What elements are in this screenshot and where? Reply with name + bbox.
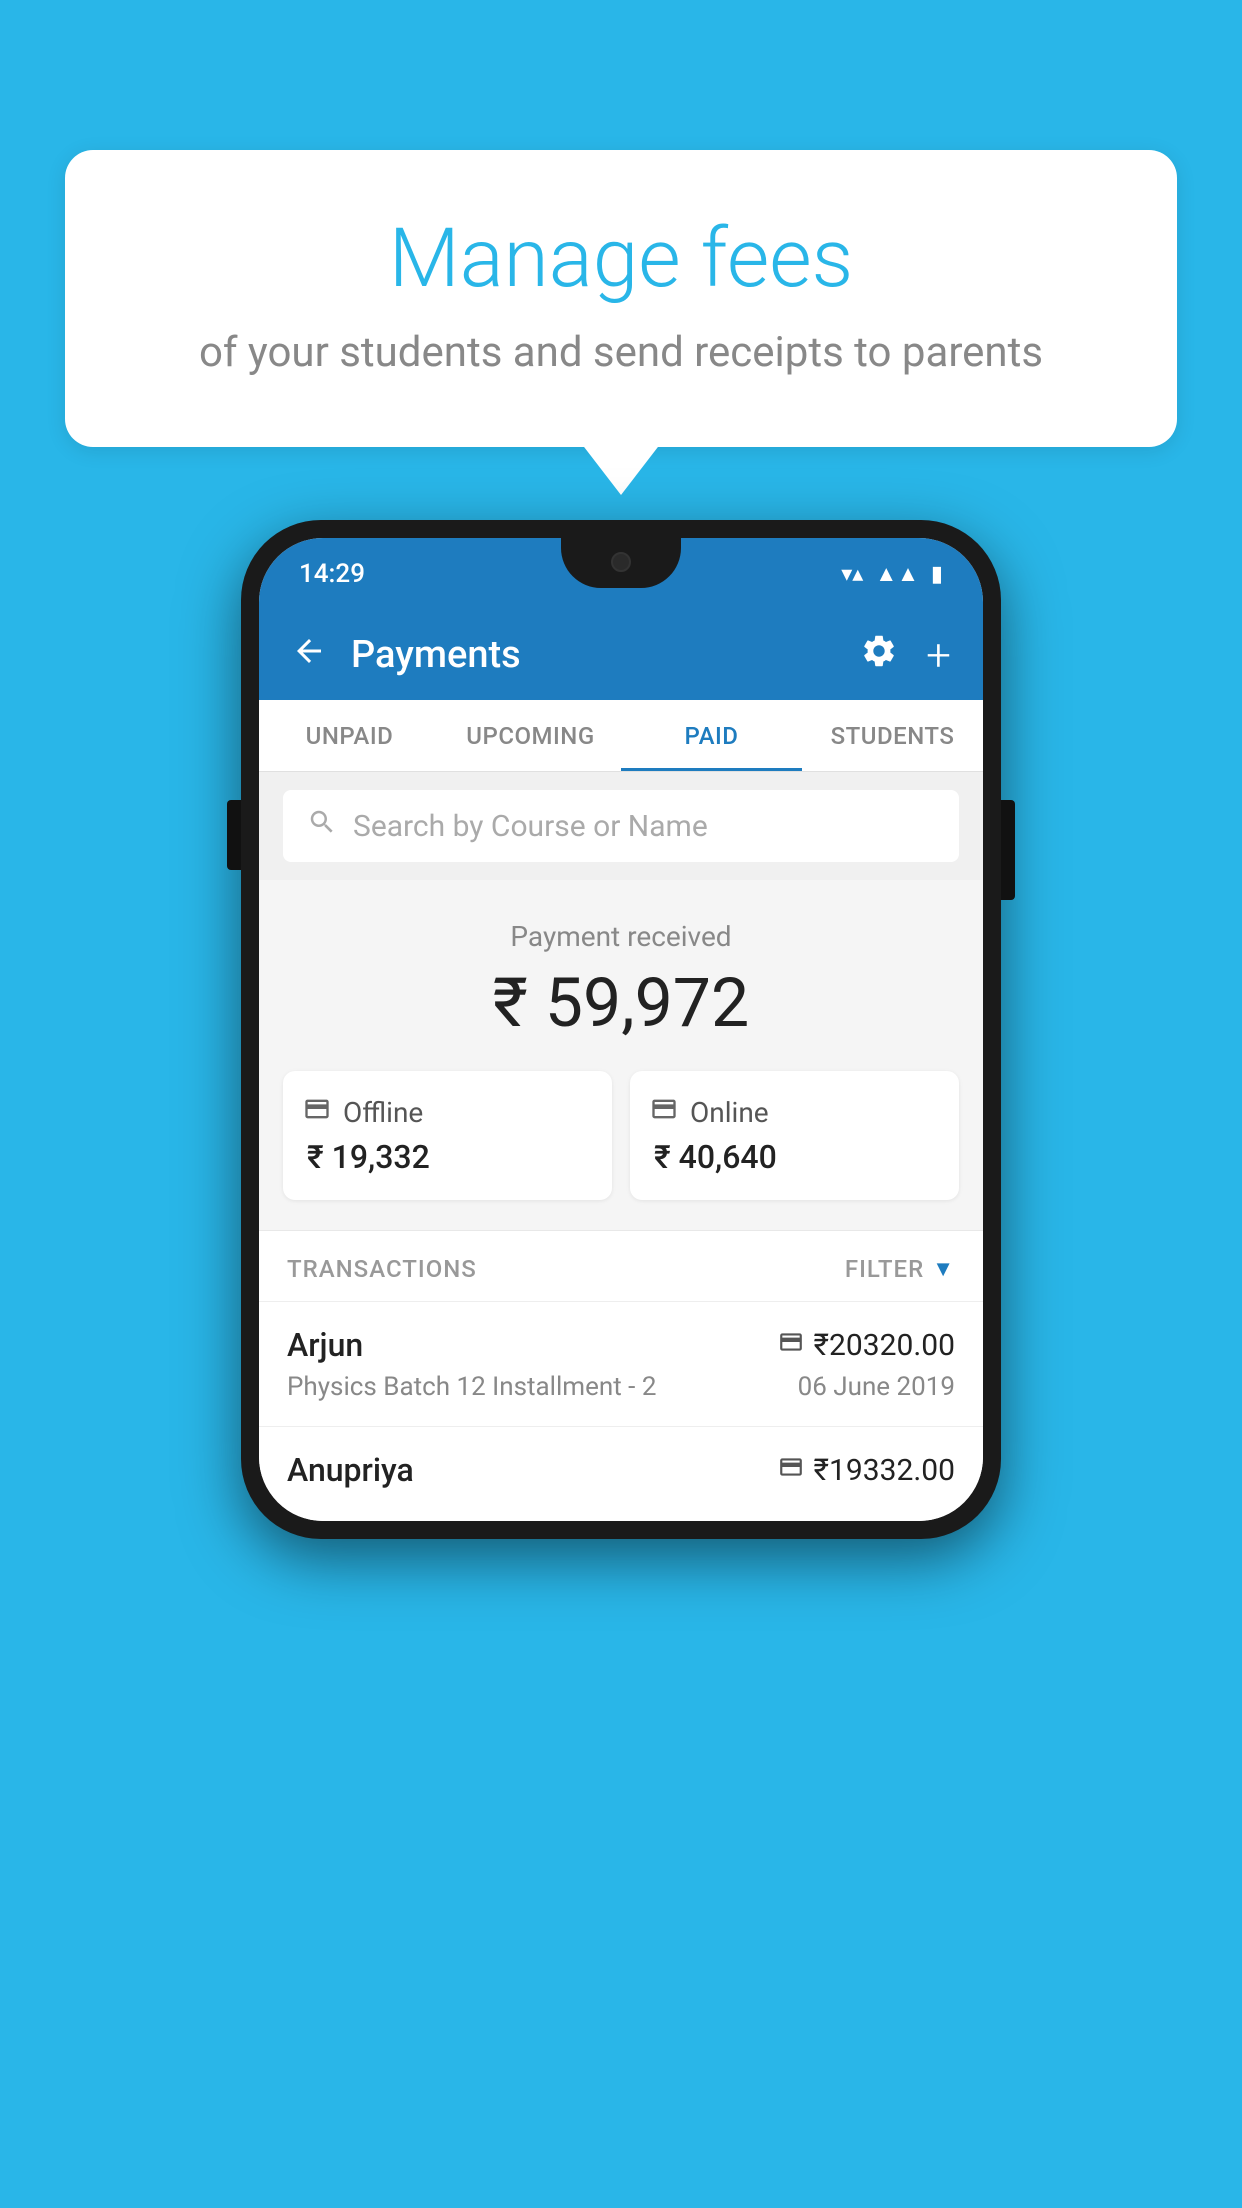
transaction-amount: ₹20320.00	[814, 1328, 955, 1363]
offline-label: Offline	[343, 1096, 423, 1129]
app-header: Payments +	[259, 610, 983, 700]
card-icon	[778, 1329, 804, 1361]
transaction-row[interactable]: Arjun ₹20320.00 Physics Batch 12 Install…	[259, 1301, 983, 1426]
offline-amount: ₹ 19,332	[303, 1138, 592, 1176]
search-container: Search by Course or Name	[259, 772, 983, 880]
notch	[561, 538, 681, 588]
transaction-top: Arjun ₹20320.00	[287, 1326, 955, 1364]
signal-icon: ▲▲	[875, 561, 919, 587]
payment-total-amount: ₹ 59,972	[283, 963, 959, 1043]
transaction-bottom: Physics Batch 12 Installment - 2 06 June…	[287, 1372, 955, 1402]
transaction-amount-wrap: ₹20320.00	[778, 1328, 955, 1363]
online-card-header: Online	[650, 1095, 939, 1130]
speech-bubble: Manage fees of your students and send re…	[65, 150, 1177, 447]
battery-icon: ▮	[931, 562, 943, 587]
settings-icon[interactable]	[860, 632, 898, 679]
payment-received-label: Payment received	[283, 920, 959, 953]
add-icon[interactable]: +	[926, 629, 951, 681]
search-bar[interactable]: Search by Course or Name	[283, 790, 959, 862]
offline-card-icon	[778, 1454, 804, 1486]
search-icon	[307, 807, 337, 845]
online-card: Online ₹ 40,640	[630, 1071, 959, 1200]
phone-frame: 14:29 ▾▴ ▲▲ ▮ Payments	[241, 520, 1001, 1539]
filter-button[interactable]: FILTER ▼	[845, 1255, 955, 1283]
status-icons: ▾▴ ▲▲ ▮	[841, 561, 943, 587]
online-label: Online	[690, 1096, 769, 1129]
transaction-amount: ₹19332.00	[814, 1453, 955, 1488]
filter-icon: ▼	[932, 1256, 955, 1282]
online-icon	[650, 1095, 678, 1130]
transaction-course: Physics Batch 12 Installment - 2	[287, 1372, 656, 1402]
back-button[interactable]	[291, 632, 327, 679]
online-amount: ₹ 40,640	[650, 1138, 939, 1176]
payment-summary: Payment received ₹ 59,972 Offline ₹ 19,3…	[259, 880, 983, 1230]
wifi-icon: ▾▴	[841, 562, 863, 587]
filter-label: FILTER	[845, 1255, 924, 1283]
transactions-header: TRANSACTIONS FILTER ▼	[259, 1230, 983, 1301]
camera	[611, 552, 631, 572]
tabs-bar: UNPAID UPCOMING PAID STUDENTS	[259, 700, 983, 772]
offline-card: Offline ₹ 19,332	[283, 1071, 612, 1200]
header-title: Payments	[351, 633, 860, 677]
tab-upcoming[interactable]: UPCOMING	[440, 700, 621, 771]
header-actions: +	[860, 629, 951, 681]
status-bar: 14:29 ▾▴ ▲▲ ▮	[259, 538, 983, 610]
search-placeholder: Search by Course or Name	[353, 809, 708, 844]
payment-cards: Offline ₹ 19,332 Online ₹ 40,640	[283, 1071, 959, 1200]
phone-wrapper: 14:29 ▾▴ ▲▲ ▮ Payments	[241, 520, 1001, 1539]
transaction-row[interactable]: Anupriya ₹19332.00	[259, 1426, 983, 1521]
phone-screen: 14:29 ▾▴ ▲▲ ▮ Payments	[259, 538, 983, 1521]
transaction-date: 06 June 2019	[798, 1372, 955, 1402]
offline-card-header: Offline	[303, 1095, 592, 1130]
transactions-label: TRANSACTIONS	[287, 1255, 477, 1283]
bubble-title: Manage fees	[135, 210, 1107, 308]
transaction-top: Anupriya ₹19332.00	[287, 1451, 955, 1489]
bubble-subtitle: of your students and send receipts to pa…	[135, 328, 1107, 377]
transaction-name: Arjun	[287, 1326, 363, 1364]
tab-unpaid[interactable]: UNPAID	[259, 700, 440, 771]
tab-students[interactable]: STUDENTS	[802, 700, 983, 771]
transaction-name: Anupriya	[287, 1451, 414, 1489]
tab-paid[interactable]: PAID	[621, 700, 802, 771]
status-time: 14:29	[299, 559, 365, 589]
offline-icon	[303, 1095, 331, 1130]
transaction-amount-wrap: ₹19332.00	[778, 1453, 955, 1488]
